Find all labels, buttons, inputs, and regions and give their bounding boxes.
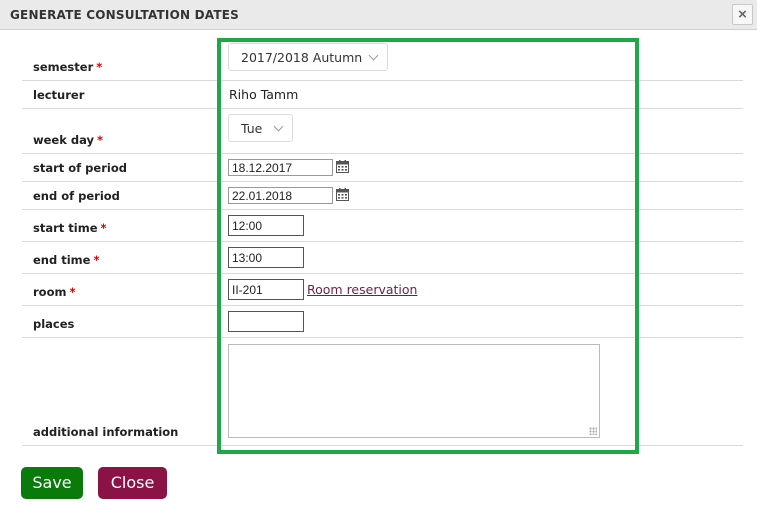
end-of-period-label: end of period [33, 189, 120, 203]
end-time-input[interactable] [228, 247, 304, 268]
end-of-period-input[interactable] [228, 187, 333, 204]
row-end-time: end time * [22, 242, 743, 274]
places-input[interactable] [228, 311, 304, 332]
row-start-of-period: start of period [22, 154, 743, 182]
chevron-down-icon [273, 121, 284, 132]
start-of-period-label: start of period [33, 161, 127, 175]
room-label: room * [33, 285, 76, 299]
week-day-value: Tue [241, 121, 263, 136]
row-lecturer: lecturer [22, 81, 743, 109]
lecturer-label: lecturer [33, 88, 85, 102]
start-time-label: start time * [33, 221, 107, 235]
calendar-icon[interactable] [336, 160, 349, 173]
dialog-titlebar: GENERATE CONSULTATION DATES × [0, 0, 757, 30]
chevron-down-icon [368, 50, 379, 61]
row-start-time: start time * [22, 210, 743, 242]
required-marker: * [96, 60, 103, 74]
required-marker: * [69, 285, 76, 299]
semester-value: 2017/2018 Autumn [241, 50, 363, 65]
row-week-day: week day * [22, 109, 743, 154]
semester-label: semester * [33, 60, 103, 74]
semester-select[interactable]: 2017/2018 Autumn [228, 43, 388, 71]
resize-grip-icon[interactable] [589, 427, 597, 435]
dialog-title: GENERATE CONSULTATION DATES [10, 8, 239, 22]
start-of-period-input[interactable] [228, 159, 333, 176]
required-marker: * [97, 133, 104, 147]
end-time-label: end time * [33, 253, 100, 267]
additional-information-textarea[interactable] [228, 344, 600, 438]
lecturer-value: Riho Tamm [229, 87, 299, 102]
required-marker: * [100, 221, 107, 235]
week-day-select[interactable]: Tue [228, 114, 293, 142]
week-day-label: week day * [33, 133, 104, 147]
calendar-icon[interactable] [336, 188, 349, 201]
close-button[interactable]: Close [98, 467, 167, 499]
places-label: places [33, 317, 75, 331]
row-places: places [22, 306, 743, 338]
save-button[interactable]: Save [21, 467, 83, 499]
required-marker: * [93, 253, 100, 267]
row-end-of-period: end of period [22, 182, 743, 210]
additional-information-label: additional information [33, 425, 179, 439]
start-time-input[interactable] [228, 215, 304, 236]
close-icon[interactable]: × [732, 4, 753, 25]
room-input[interactable] [228, 279, 304, 300]
room-reservation-link[interactable]: Room reservation [307, 282, 417, 297]
